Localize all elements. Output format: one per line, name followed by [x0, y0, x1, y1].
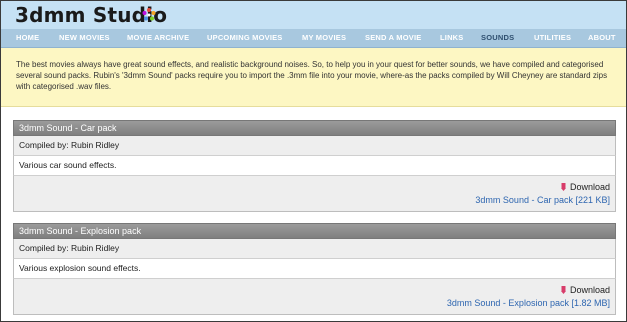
nav-new-movies[interactable]: NEW MOVIES — [59, 33, 110, 42]
download-link[interactable]: 3dmm Sound - Car pack [221 KB] — [475, 195, 610, 205]
pack-download-area: Download 3dmm Sound - Explosion pack [1.… — [13, 279, 616, 315]
intro-text: The best movies always have great sound … — [16, 60, 608, 91]
nav-send-a-movie[interactable]: SEND A MOVIE — [365, 33, 421, 42]
pack-compiled-by: Compiled by: Rubin Ridley — [13, 136, 616, 156]
pack-compiled-by: Compiled by: Rubin Ridley — [13, 239, 616, 259]
nav-home[interactable]: HOME — [16, 33, 39, 42]
flower-icon — [142, 8, 156, 21]
download-heading: Download — [560, 182, 610, 192]
pack-download-area: Download 3dmm Sound - Car pack [221 KB] — [13, 176, 616, 212]
download-label: Download — [569, 182, 610, 192]
nav-movie-archive[interactable]: MOVIE ARCHIVE — [127, 33, 189, 42]
nav-sounds[interactable]: SOUNDS — [481, 33, 514, 42]
pack-title: 3dmm Sound - Car pack — [13, 120, 616, 136]
pack-description: Various explosion sound effects. — [13, 259, 616, 279]
download-label: Download — [569, 285, 610, 295]
download-link[interactable]: 3dmm Sound - Explosion pack [1.82 MB] — [447, 298, 610, 308]
site-header: 3dmm Studio — [1, 1, 626, 29]
intro-box: The best movies always have great sound … — [1, 48, 626, 107]
sound-pack-car: 3dmm Sound - Car pack Compiled by: Rubin… — [13, 120, 616, 212]
nav-about[interactable]: ABOUT — [588, 33, 616, 42]
nav-upcoming-movies[interactable]: UPCOMING MOVIES — [207, 33, 283, 42]
nav-utilities[interactable]: UTILITIES — [534, 33, 571, 42]
nav-links[interactable]: LINKS — [440, 33, 464, 42]
download-pin-icon — [560, 286, 566, 294]
nav-my-movies[interactable]: MY MOVIES — [302, 33, 346, 42]
main-nav: HOME NEW MOVIES MOVIE ARCHIVE UPCOMING M… — [1, 29, 626, 48]
sound-pack-explosion: 3dmm Sound - Explosion pack Compiled by:… — [13, 223, 616, 315]
download-pin-icon — [560, 183, 566, 191]
pack-description: Various car sound effects. — [13, 156, 616, 176]
download-heading: Download — [560, 285, 610, 295]
pack-title: 3dmm Sound - Explosion pack — [13, 223, 616, 239]
